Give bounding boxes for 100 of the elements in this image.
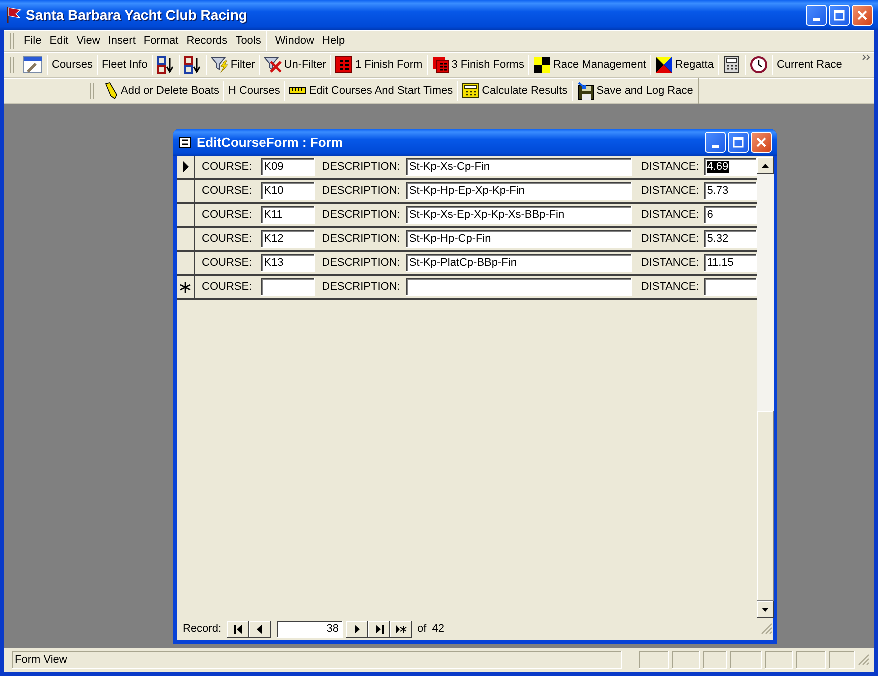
minimize-button[interactable] <box>806 4 827 26</box>
status-panel <box>639 651 669 669</box>
distance-field[interactable]: 5.73 <box>704 182 758 200</box>
field-label: DESCRIPTION: <box>322 280 400 295</box>
status-panel <box>730 651 762 669</box>
maximize-icon <box>834 10 845 20</box>
field-label: DESCRIPTION: <box>322 256 400 271</box>
toolbar-button[interactable]: Filter <box>208 54 258 76</box>
field-label: DESCRIPTION: <box>322 184 400 199</box>
sort-descending-icon <box>184 56 202 74</box>
scroll-down-button[interactable] <box>757 601 774 618</box>
field-label: COURSE: <box>202 208 252 223</box>
course-field[interactable] <box>261 278 316 296</box>
maximize-icon <box>733 137 744 148</box>
menu-item[interactable]: Insert <box>104 32 140 50</box>
distance-field[interactable]: 4.69 <box>704 158 758 176</box>
menu-item[interactable]: Edit <box>46 32 73 50</box>
new-record-button[interactable] <box>390 620 412 638</box>
close-button[interactable] <box>852 4 873 26</box>
toolbar-button[interactable]: Add or Delete Boats <box>100 80 222 102</box>
field-label: COURSE: <box>202 184 252 199</box>
next-record-button[interactable] <box>346 620 368 638</box>
field-label: DISTANCE: <box>641 208 700 223</box>
course-field[interactable]: K09 <box>261 158 316 176</box>
form-icon <box>179 137 191 148</box>
record-count: 42 <box>432 622 444 637</box>
status-panel <box>829 651 855 669</box>
grid-form-icon <box>335 56 354 74</box>
maximize-button[interactable] <box>829 4 850 26</box>
toolbar-button[interactable]: H Courses <box>225 80 284 102</box>
menu-item[interactable]: View <box>72 32 104 50</box>
scrollbar-thumb[interactable] <box>757 411 774 601</box>
new-record-icon <box>396 624 407 634</box>
status-panel <box>672 651 700 669</box>
form-title: EditCourseForm : Form <box>197 134 343 152</box>
menu-item[interactable]: File <box>20 32 46 50</box>
field-label: DISTANCE: <box>641 160 700 175</box>
toolbar-button[interactable]: Un-Filter <box>261 54 330 76</box>
course-field[interactable]: K11 <box>261 206 316 224</box>
stacked-forms-icon <box>432 56 450 74</box>
calculator-icon <box>722 56 741 74</box>
toolbar-button[interactable]: 1 Finish Form <box>332 54 426 76</box>
field-label: COURSE: <box>202 160 252 175</box>
scroll-up-button[interactable] <box>757 157 774 174</box>
toolbar-button[interactable]: Save and Log Race <box>574 80 696 102</box>
course-field[interactable]: K13 <box>261 254 316 272</box>
record-number-field[interactable]: 38 <box>277 620 344 638</box>
toolbar-button[interactable]: Courses <box>49 54 96 76</box>
record-label: Record: <box>183 622 222 637</box>
field-label: COURSE: <box>202 232 252 247</box>
form-pencil-icon <box>23 56 43 74</box>
menu-item[interactable]: Window <box>271 32 318 50</box>
vertical-scrollbar[interactable] <box>757 157 774 618</box>
first-record-button[interactable] <box>227 620 250 638</box>
toolbar-button[interactable]: 3 Finish Forms <box>428 54 528 76</box>
menu-item[interactable]: Records <box>182 32 232 50</box>
description-field[interactable] <box>406 278 632 296</box>
filter-icon <box>210 56 229 74</box>
toolbar-button[interactable]: Current Race <box>774 54 846 76</box>
previous-record-button[interactable] <box>249 620 272 638</box>
close-icon <box>756 137 767 148</box>
window-title: Santa Barbara Yacht Club Racing <box>26 6 248 25</box>
course-field[interactable]: K12 <box>261 230 316 248</box>
toolbar-button[interactable]: Regatta <box>652 54 717 76</box>
field-label: DESCRIPTION: <box>322 208 400 223</box>
resize-grip-icon <box>761 623 773 635</box>
status-panel <box>796 651 826 669</box>
distance-field[interactable] <box>704 278 758 296</box>
last-record-button[interactable] <box>368 620 390 638</box>
sort-ascending-icon <box>156 56 175 74</box>
resize-grip-icon <box>858 654 870 666</box>
field-label: DESCRIPTION: <box>322 160 400 175</box>
menu-item[interactable]: Help <box>318 32 350 50</box>
description-field[interactable]: St-Kp-PlatCp-BBp-Fin <box>406 254 632 272</box>
distance-field[interactable]: 11.15 <box>704 254 758 272</box>
signal-flag-icon <box>655 56 674 74</box>
status-panel <box>765 651 793 669</box>
maximize-button[interactable] <box>728 132 749 153</box>
field-label: DISTANCE: <box>641 256 700 271</box>
field-label: DISTANCE: <box>641 184 700 199</box>
first-icon <box>232 624 244 634</box>
toolbar-button[interactable]: Calculate Results <box>459 80 571 102</box>
field-label: DISTANCE: <box>641 280 700 295</box>
distance-field[interactable]: 5.32 <box>704 230 758 248</box>
toolbar-button[interactable]: Race Management <box>530 54 650 76</box>
current-record-icon <box>182 161 190 173</box>
course-field[interactable]: K10 <box>261 182 316 200</box>
distance-field[interactable]: 6 <box>704 206 758 224</box>
toolbar-button[interactable]: Fleet Info <box>98 54 151 76</box>
close-button[interactable] <box>751 132 772 153</box>
menu-item[interactable]: Format <box>140 32 183 50</box>
minimize-icon <box>712 145 719 148</box>
minimize-button[interactable] <box>705 132 726 153</box>
description-field[interactable]: St-Kp-Hp-Cp-Fin <box>406 230 632 248</box>
description-field[interactable]: St-Kp-Hp-Ep-Xp-Kp-Fin <box>406 182 632 200</box>
toolbar-button[interactable]: Edit Courses And Start Times <box>286 80 456 102</box>
description-field[interactable]: St-Kp-Xs-Cp-Fin <box>406 158 632 176</box>
description-field[interactable]: St-Kp-Xs-Ep-Xp-Kp-Xs-BBp-Fin <box>406 206 632 224</box>
menu-item[interactable]: Tools <box>232 32 266 50</box>
field-label: DESCRIPTION: <box>322 232 400 247</box>
